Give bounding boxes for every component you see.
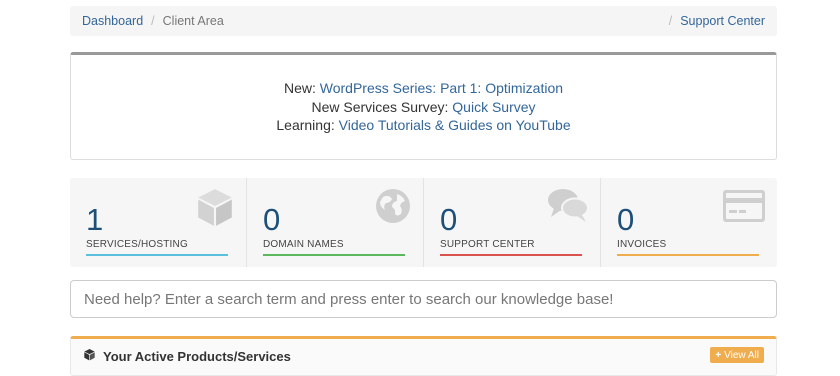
active-products-panel: Your Active Products/Services + View All (70, 336, 777, 376)
announcement-link[interactable]: Video Tutorials & Guides on YouTube (339, 117, 571, 133)
tile-count: 0 (617, 202, 635, 237)
breadcrumb-right: / Support Center (661, 14, 765, 28)
tile-accent-bar (86, 254, 228, 256)
tile-title: INVOICES (617, 239, 667, 250)
breadcrumb: Dashboard / Client Area / Support Center (70, 6, 777, 36)
announcement-link[interactable]: Quick Survey (452, 99, 535, 115)
announcement-row: New: WordPress Series: Part 1: Optimizat… (284, 79, 563, 98)
tile-title: SERVICES/HOSTING (86, 239, 188, 250)
tile-services[interactable]: 1 SERVICES/HOSTING (70, 178, 247, 267)
tile-title: DOMAIN NAMES (263, 239, 344, 250)
breadcrumb-right-separator: / (668, 14, 673, 28)
comments-icon (546, 186, 590, 231)
tile-domains[interactable]: 0 DOMAIN NAMES (247, 178, 424, 267)
tile-title: SUPPORT CENTER (440, 239, 535, 250)
announcement-link[interactable]: WordPress Series: Part 1: Optimization (320, 80, 563, 96)
tile-count: 1 (86, 202, 104, 237)
breadcrumb-dashboard-link[interactable]: Dashboard (82, 14, 143, 28)
announcement-panel: New: WordPress Series: Part 1: Optimizat… (70, 52, 777, 160)
announcement-label: New: (283, 80, 320, 97)
announcement-row: New Services Survey: Quick Survey (311, 98, 535, 117)
tile-count: 0 (263, 202, 281, 237)
support-center-link[interactable]: Support Center (680, 14, 765, 28)
breadcrumb-separator: / (151, 14, 155, 28)
announcement-row: Learning: Video Tutorials & Guides on Yo… (276, 116, 570, 135)
announcement-label: Learning: (276, 117, 339, 134)
view-all-button[interactable]: + View All (710, 347, 764, 363)
cube-icon (83, 348, 103, 364)
tile-accent-bar (263, 254, 405, 256)
breadcrumb-trail: Dashboard / Client Area (82, 14, 224, 28)
tile-support[interactable]: 0 SUPPORT CENTER (424, 178, 601, 267)
cube-icon (194, 186, 236, 233)
tile-count: 0 (440, 202, 458, 237)
plus-icon: + (715, 349, 722, 361)
tile-invoices[interactable]: 0 INVOICES (601, 178, 777, 267)
stats-tiles: 1 SERVICES/HOSTING 0 DOMAIN NAMES 0 SUPP… (70, 178, 777, 267)
tile-accent-bar (440, 254, 582, 256)
globe-icon (373, 186, 413, 231)
announcement-label: New Services Survey: (311, 98, 453, 115)
tile-accent-bar (617, 254, 759, 256)
credit-card-icon (721, 186, 767, 231)
panel-heading: Your Active Products/Services (83, 348, 291, 364)
view-all-label: View All (724, 349, 759, 361)
knowledgebase-search-input[interactable] (70, 280, 777, 318)
panel-title: Your Active Products/Services (103, 348, 291, 364)
breadcrumb-current: Client Area (162, 14, 224, 28)
